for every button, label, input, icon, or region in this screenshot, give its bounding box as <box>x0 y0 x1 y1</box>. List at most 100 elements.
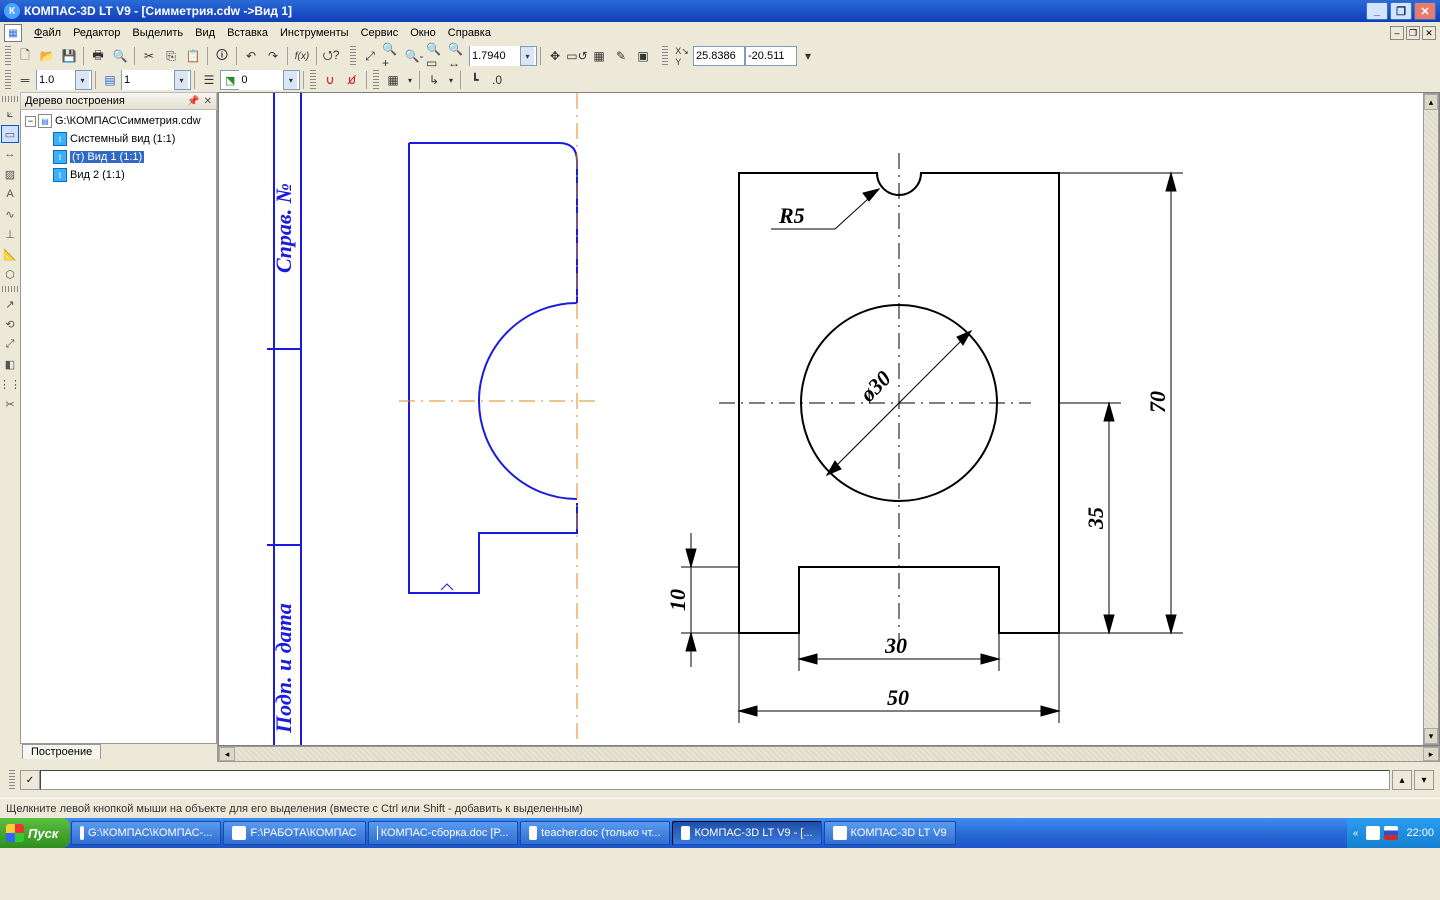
tool-array-button[interactable]: ⋮⋮ <box>1 375 19 393</box>
layer-input[interactable] <box>239 70 283 90</box>
round-button[interactable]: .0 <box>486 69 508 91</box>
toolbar-grip[interactable] <box>350 46 356 66</box>
scroll-left-button[interactable]: ◂ <box>219 747 235 761</box>
scrollbar-horizontal[interactable]: ◂ ▸ <box>218 746 1440 762</box>
pin-icon[interactable]: 📌 <box>187 96 199 107</box>
mdi-doc-icon[interactable]: ▦ <box>4 24 22 42</box>
tool-move-button[interactable]: ↗ <box>1 295 19 313</box>
tree-view-item[interactable]: tСистемный вид (1:1) <box>23 130 214 148</box>
chevron-down-icon[interactable]: ▾ <box>283 71 297 89</box>
toolbar-grip[interactable] <box>2 286 18 292</box>
linewidth-combo[interactable]: ▾ <box>36 70 92 90</box>
zoom-combo[interactable]: ▾ <box>469 46 537 66</box>
scroll-track[interactable] <box>1424 110 1438 728</box>
zoom-input[interactable] <box>470 46 520 66</box>
dimensions-panel-button[interactable]: ↔ <box>1 145 19 163</box>
toolbar-grip[interactable] <box>9 770 15 790</box>
layer-combo[interactable]: ⬔ ▾ <box>220 70 300 90</box>
help-pointer-button[interactable]: ⭯? <box>320 45 342 67</box>
chevron-down-icon[interactable]: ▾ <box>520 47 534 65</box>
aux-panel-button[interactable]: ∿ <box>1 205 19 223</box>
tree-body[interactable]: − ▤ G:\КОМПАС\Симметрия.cdw tСистемный в… <box>20 110 217 744</box>
zoom-prev-button[interactable]: ▭↺ <box>566 45 588 67</box>
toolbar-grip[interactable] <box>2 96 18 102</box>
menu-view[interactable]: Вид <box>189 25 221 41</box>
taskbar-item[interactable]: КОМПАС-3D LT V9 <box>824 821 956 845</box>
coord-y-input[interactable] <box>745 46 797 66</box>
restore-button[interactable]: ❐ <box>1390 2 1412 20</box>
zoom-dynamic-button[interactable]: 🔍↔ <box>447 45 469 67</box>
grid-button[interactable]: ▦ <box>382 69 404 91</box>
menu-edit[interactable]: Редактор <box>67 25 126 41</box>
minimize-button[interactable]: _ <box>1366 2 1388 20</box>
coord-dropdown[interactable]: ▾ <box>797 45 819 67</box>
taskbar-item[interactable]: КОМПАС-сборка.doc [P... <box>368 821 518 845</box>
mdi-close-button[interactable]: ✕ <box>1422 26 1436 40</box>
toolbar-grip[interactable] <box>5 70 11 90</box>
local-cs-dropdown[interactable]: ▾ <box>445 69 457 91</box>
hatch-panel-button[interactable]: ▨ <box>1 165 19 183</box>
chevron-down-icon[interactable]: ▾ <box>75 71 89 89</box>
close-panel-button[interactable]: ✕ <box>204 96 212 107</box>
tray-icon[interactable] <box>1366 826 1380 840</box>
tool-rotate-button[interactable]: ⟲ <box>1 315 19 333</box>
mdi-restore-button[interactable]: ❐ <box>1406 26 1420 40</box>
tray-lang-icon[interactable] <box>1384 826 1398 840</box>
tree-view-item[interactable]: t(т) Вид 1 (1:1) <box>23 148 214 166</box>
tool-scale-button[interactable]: ⤢ <box>1 335 19 353</box>
collapse-icon[interactable]: − <box>25 116 36 127</box>
copy-button[interactable]: ⎘ <box>160 45 182 67</box>
ortho-button[interactable]: ┗ <box>464 69 486 91</box>
zoom-in-button[interactable]: 🔍+ <box>381 45 403 67</box>
measure-panel-button[interactable]: 📐 <box>1 245 19 263</box>
params-panel-button[interactable]: ⬡ <box>1 265 19 283</box>
menu-help[interactable]: Справка <box>442 25 497 41</box>
layer-manager-button[interactable]: ☰ <box>198 69 220 91</box>
drawing-canvas[interactable]: ▴ ▾ <box>218 92 1440 746</box>
style-icon-button[interactable]: ▤ <box>99 69 121 91</box>
taskbar-item[interactable]: teacher.doc (только чт... <box>520 821 670 845</box>
edit-sketch-button[interactable]: ✎ <box>610 45 632 67</box>
tree-view-item[interactable]: tВид 2 (1:1) <box>23 166 214 184</box>
tool-trim-button[interactable]: ✂ <box>1 395 19 413</box>
zoom-window-button[interactable]: 🔍▭ <box>425 45 447 67</box>
grid-dropdown[interactable]: ▾ <box>404 69 416 91</box>
toolbar-grip[interactable] <box>5 46 11 66</box>
scroll-down-button[interactable]: ▾ <box>1424 728 1438 744</box>
system-tray[interactable]: « 22:00 <box>1347 818 1440 848</box>
text-panel-button[interactable]: А <box>1 185 19 203</box>
zoom-out-button[interactable]: 🔍- <box>403 45 425 67</box>
local-cs-button[interactable]: ↳ <box>423 69 445 91</box>
menu-window[interactable]: Окно <box>404 25 442 41</box>
style-combo[interactable]: ▾ <box>121 70 191 90</box>
show-all-button[interactable]: ▣ <box>632 45 654 67</box>
menu-select[interactable]: Выделить <box>126 25 189 41</box>
command-input[interactable] <box>40 770 1390 790</box>
taskbar-item[interactable]: F:\РАБОТА\КОМПАС <box>223 821 365 845</box>
scrollbar-vertical[interactable]: ▴ ▾ <box>1423 93 1439 745</box>
menu-service[interactable]: Сервис <box>355 25 405 41</box>
taskbar-item[interactable]: G:\КОМПАС\КОМПАС-... <box>71 821 221 845</box>
menu-tools[interactable]: Инструменты <box>274 25 355 41</box>
undo-button[interactable]: ↶ <box>240 45 262 67</box>
cmd-apply-button[interactable]: ✓ <box>20 770 40 790</box>
toolbar-grip[interactable] <box>310 70 316 90</box>
edit-panel-button[interactable]: ▭ <box>1 125 19 143</box>
cmd-down-button[interactable]: ▾ <box>1414 770 1434 790</box>
scroll-track[interactable] <box>235 747 1423 761</box>
mdi-minimize-button[interactable]: – <box>1390 26 1404 40</box>
constraint-panel-button[interactable]: ⊥ <box>1 225 19 243</box>
linewidth-input[interactable] <box>37 70 75 90</box>
close-button[interactable]: ✕ <box>1414 2 1436 20</box>
properties-button[interactable]: 🛈 <box>211 45 233 67</box>
print-button[interactable]: 🖶 <box>87 45 109 67</box>
cut-button[interactable]: ✂ <box>138 45 160 67</box>
variables-button[interactable]: f(x) <box>291 45 313 67</box>
open-button[interactable]: 📂 <box>36 45 58 67</box>
chevron-down-icon[interactable]: ▾ <box>174 71 188 89</box>
redo-button[interactable]: ↷ <box>262 45 284 67</box>
taskbar-item[interactable]: КОМПАС-3D LT V9 - [... <box>672 821 822 845</box>
geometry-panel-button[interactable]: ⟀ <box>1 105 19 123</box>
menu-file[interactable]: Файл <box>28 25 67 41</box>
menu-insert[interactable]: Вставка <box>221 25 274 41</box>
